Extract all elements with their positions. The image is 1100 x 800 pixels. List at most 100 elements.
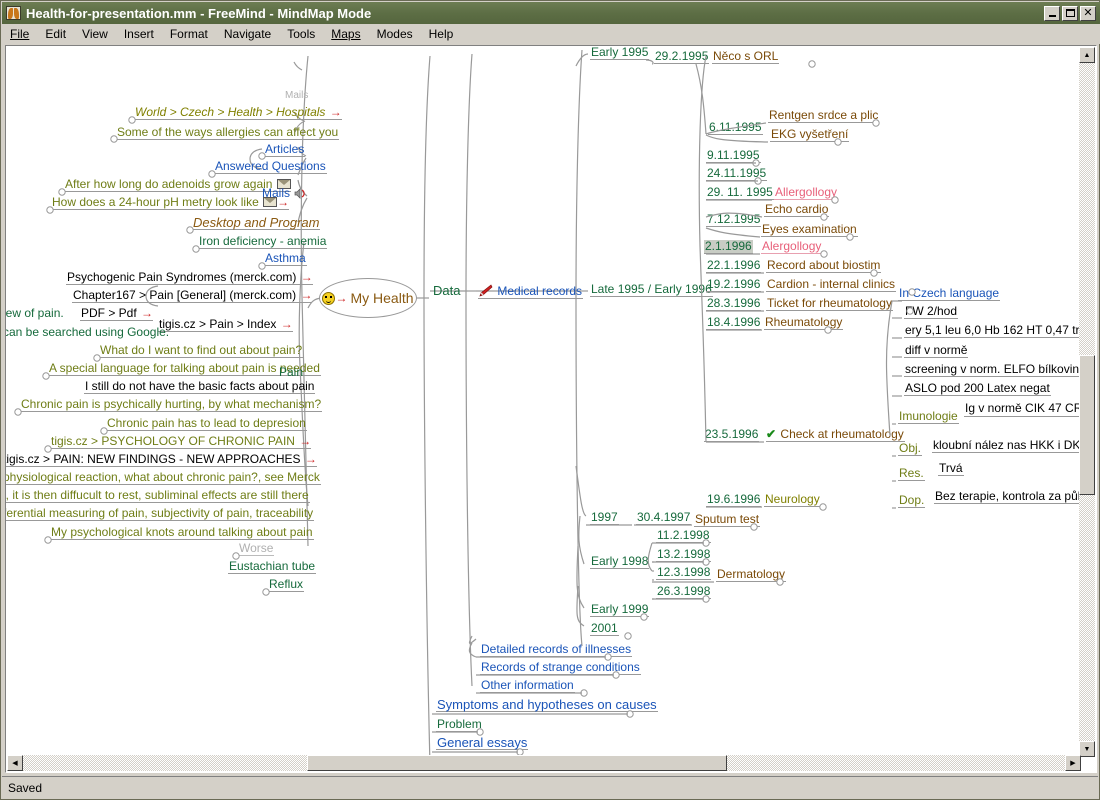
node-field-obj-value[interactable]: kloubní nález nas HKK i DKK zcela k — [932, 439, 1080, 453]
node-medical-records[interactable]: Medical records — [478, 284, 583, 299]
node-field-res-key[interactable]: Res. — [898, 467, 925, 481]
node-answered-questions[interactable]: Answered Questions — [214, 160, 327, 174]
menu-file[interactable]: File — [2, 25, 37, 43]
root-node-my-health[interactable]: → My Health — [319, 278, 417, 318]
node-psychogenic-pain-syndromes[interactable]: Psychogenic Pain Syndromes (merck.com) → — [66, 271, 313, 285]
node-field-dop-value[interactable]: Bez terapie, kontrola za půl roku s o — [934, 490, 1080, 504]
node-desc-rheumatology[interactable]: Rheumatology — [764, 316, 843, 330]
node-period-early-1998[interactable]: Early 1998 — [590, 555, 649, 569]
node-desc-neco-s-orl[interactable]: Něco s ORL — [712, 50, 779, 64]
node-czech-diff-v-norme[interactable]: diff v normě — [904, 344, 968, 358]
node-date-24-11-1995[interactable]: 24.11.1995 — [706, 167, 767, 181]
node-desc-echo-cardio[interactable]: Echo cardio — [764, 203, 829, 217]
node-date-12-3-1998[interactable]: 12.3.1998 — [656, 566, 711, 580]
node-czech-ery-leu-hb[interactable]: ery 5,1 leu 6,0 Hb 162 HT 0,47 tromb. 17… — [904, 324, 1080, 338]
node-worse[interactable]: Worse — [238, 542, 274, 556]
node-desc-neurology[interactable]: Neurology — [764, 493, 821, 507]
node-period-late-1995-early-1996[interactable]: Late 1995 / Early 1996 — [590, 283, 713, 297]
menu-format[interactable]: Format — [162, 25, 216, 43]
node-basic-facts-about-pain[interactable]: I still do not have the basic facts abou… — [84, 380, 315, 394]
node-psychological-knots[interactable]: My psychological knots around talking ab… — [50, 526, 314, 540]
node-chronic-pain-depresion[interactable]: Chronic pain has to lead to depresion — [106, 417, 307, 431]
node-general-essays[interactable]: General essays — [436, 736, 528, 750]
node-chapter167-pain-general[interactable]: Chapter167 > Pain [General] (merck.com) … — [72, 289, 312, 303]
node-desc-ekg-vysetreni[interactable]: EKG vyšetření — [770, 128, 849, 142]
node-allergies-affect-you[interactable]: Some of the ways allergies can affect yo… — [116, 126, 339, 140]
node-field-imunologie-value[interactable]: Ig v normě CIK 47 CRP 2 potíže nejsou, t… — [964, 401, 1080, 417]
node-date-29-2-1995[interactable]: 29.2.1995 — [654, 50, 709, 64]
scroll-up-button[interactable]: ▲ — [1079, 47, 1095, 63]
node-desc-cardion-internal-clinics[interactable]: Cardion - internal clinics — [766, 278, 896, 292]
node-desktop-and-program[interactable]: Desktop and Program — [192, 216, 320, 230]
node-desc-eyes-examination[interactable]: Eyes examination — [761, 223, 858, 237]
scroll-down-button[interactable]: ▼ — [1079, 741, 1095, 757]
maximize-button[interactable] — [1062, 6, 1078, 21]
node-physiological-reaction[interactable]: physiological reaction, what about chron… — [6, 471, 321, 485]
scroll-right-button[interactable]: ▶ — [1065, 755, 1081, 771]
node-czech-screening[interactable]: screening v norm. ELFO bílkovin negat — [904, 363, 1080, 377]
node-what-do-i-want-to-find-out[interactable]: What do I want to find out about pain? — [99, 344, 303, 358]
node-diffucult-to-rest[interactable]: l, it is then diffucult to rest, sublimi… — [6, 489, 310, 503]
node-date-29-11-1995[interactable]: 29. 11. 1995 — [706, 186, 774, 200]
node-date-30-4-1997[interactable]: 30.4.1997 — [636, 511, 691, 525]
node-date-6-11-1995[interactable]: 6.11.1995 — [708, 121, 763, 135]
node-desc-ticket-for-rheumatology[interactable]: Ticket for rheumatology — [766, 297, 893, 311]
scroll-left-button[interactable]: ◀ — [7, 755, 23, 771]
menu-edit[interactable]: Edit — [37, 25, 74, 43]
node-tigis-psychology-chronic-pain[interactable]: tigis.cz > PSYCHOLOGY OF CHRONIC PAIN → — [50, 435, 311, 449]
node-problem[interactable]: Problem — [436, 718, 483, 732]
node-pdf-pdf[interactable]: PDF > Pdf → — [80, 307, 153, 321]
mindmap-canvas[interactable]: Mails World > Czech > Health > Hospitals… — [6, 46, 1080, 756]
node-date-28-3-1996[interactable]: 28.3.1996 — [706, 297, 761, 311]
menu-modes[interactable]: Modes — [369, 25, 421, 43]
node-desc-rentgen-srdce-a-plic[interactable]: Rentgen srdce a plic — [768, 109, 879, 123]
node-desc-alergollogy-1996[interactable]: Alergollogy — [761, 240, 822, 254]
vertical-scrollbar-thumb[interactable] — [1079, 355, 1095, 495]
node-asthma[interactable]: Asthma — [264, 252, 307, 266]
menu-navigate[interactable]: Navigate — [216, 25, 279, 43]
node-desc-allergollogy-1995[interactable]: Allergollogy — [774, 186, 838, 200]
node-other-information[interactable]: Other information — [480, 679, 575, 693]
node-period-1997[interactable]: 1997 — [590, 511, 619, 525]
node-period-2001[interactable]: 2001 — [590, 622, 619, 636]
node-eustachian-tube[interactable]: Eustachian tube — [228, 560, 316, 574]
close-button[interactable]: ✕ — [1080, 6, 1096, 21]
node-chronic-pain-psychically-hurting[interactable]: Chronic pain is psychically hurting, by … — [20, 398, 322, 412]
node-date-26-3-1998[interactable]: 26.3.1998 — [656, 585, 711, 599]
node-period-early-1995[interactable]: Early 1995 — [590, 46, 649, 60]
node-articles[interactable]: Articles — [264, 143, 305, 157]
node-date-2-1-1996[interactable]: 2.1.1996 — [704, 240, 753, 254]
node-field-obj-key[interactable]: Obj. — [898, 442, 922, 456]
node-field-dop-key[interactable]: Dop. — [898, 494, 925, 508]
node-czech-fw[interactable]: FW 2/hod — [904, 305, 958, 319]
node-desc-dermatology[interactable]: Dermatology — [716, 568, 786, 582]
node-ferential-measuring-of-pain[interactable]: ferential measuring of pain, subjectivit… — [6, 507, 314, 521]
vertical-scrollbar[interactable]: ▲ ▼ — [1079, 47, 1095, 757]
menu-tools[interactable]: Tools — [279, 25, 323, 43]
node-date-11-2-1998[interactable]: 11.2.1998 — [656, 529, 711, 543]
node-desc-check-at-rheumatology[interactable]: ✔ Check at rheumatology — [766, 428, 905, 442]
node-symptoms-and-hypotheses[interactable]: Symptoms and hypotheses on causes — [436, 698, 658, 712]
node-date-19-6-1996[interactable]: 19.6.1996 — [706, 493, 761, 507]
node-mails-clipped[interactable]: Mails — [284, 89, 309, 102]
node-pain[interactable]: Pain — [278, 366, 304, 379]
node-desc-sputum-test[interactable]: Sputum test — [694, 513, 760, 527]
node-ph-metry[interactable]: How does a 24-hour pH metry look like → — [51, 196, 289, 210]
node-reflux[interactable]: Reflux — [268, 578, 304, 592]
node-period-early-1999[interactable]: Early 1999 — [590, 603, 649, 617]
node-desc-record-about-biostim[interactable]: Record about biostim — [766, 259, 881, 273]
node-searched-using-google[interactable]: can be searched using Google. — [6, 326, 170, 339]
menu-help[interactable]: Help — [421, 25, 462, 43]
node-czech-aslo[interactable]: ASLO pod 200 Latex negat — [904, 382, 1051, 396]
menu-insert[interactable]: Insert — [116, 25, 162, 43]
node-date-23-5-1996[interactable]: 23.5.1996 — [704, 428, 759, 442]
horizontal-scrollbar-thumb[interactable] — [307, 755, 727, 771]
node-tigis-pain-new-findings[interactable]: tigis.cz > PAIN: NEW FINDINGS - NEW APPR… — [6, 453, 317, 467]
node-date-18-4-1996[interactable]: 18.4.1996 — [706, 316, 761, 330]
minimize-button[interactable] — [1044, 6, 1060, 21]
node-adenoids-grow-again[interactable]: After how long do adenoids grow again — [64, 178, 291, 192]
node-world-czech-health-hospitals[interactable]: World > Czech > Health > Hospitals → — [134, 106, 342, 120]
node-data[interactable]: Data — [432, 284, 461, 297]
node-date-9-11-1995[interactable]: 9.11.1995 — [706, 149, 761, 163]
horizontal-scrollbar[interactable]: ◀ ▶ — [7, 755, 1081, 771]
